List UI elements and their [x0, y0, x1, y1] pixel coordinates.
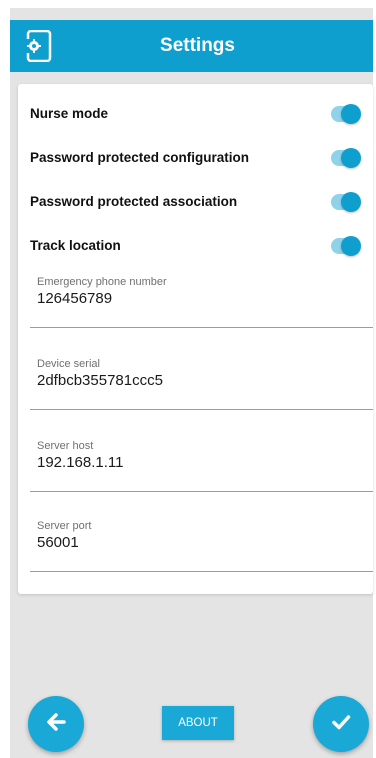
nurse-mode-switch[interactable]	[331, 104, 361, 124]
emergency-phone-field[interactable]: Emergency phone number 126456789	[30, 276, 373, 328]
about-button[interactable]: ABOUT	[162, 706, 234, 740]
confirm-button[interactable]	[313, 696, 369, 752]
field-underline	[30, 571, 373, 572]
field-underline	[30, 491, 373, 492]
password-association-switch[interactable]	[331, 192, 361, 212]
arrow-left-icon	[44, 710, 68, 739]
field-label: Server port	[37, 520, 92, 532]
field-value[interactable]: 192.168.1.11	[37, 454, 123, 471]
field-value[interactable]: 126456789	[37, 290, 112, 307]
field-label: Server host	[37, 440, 94, 452]
toggle-label: Password protected association	[30, 194, 238, 209]
password-configuration-switch[interactable]	[331, 148, 361, 168]
toggle-row-password-configuration[interactable]: Password protected configuration	[30, 146, 363, 170]
switch-thumb	[341, 148, 361, 168]
field-underline	[30, 327, 373, 328]
field-value[interactable]: 2dfbcb355781ccc5	[37, 372, 163, 389]
switch-thumb	[341, 192, 361, 212]
track-location-switch[interactable]	[331, 236, 361, 256]
check-icon	[329, 710, 353, 739]
field-label: Emergency phone number	[37, 276, 167, 288]
server-port-field[interactable]: Server port 56001	[30, 520, 373, 572]
settings-card: Nurse mode Password protected configurat…	[18, 84, 373, 594]
switch-thumb	[341, 104, 361, 124]
toggle-row-nurse-mode[interactable]: Nurse mode	[30, 102, 363, 126]
settings-screen: Settings Nurse mode Password protected c…	[10, 8, 373, 758]
device-serial-field[interactable]: Device serial 2dfbcb355781ccc5	[30, 358, 373, 410]
back-button[interactable]	[28, 696, 84, 752]
toggle-row-password-association[interactable]: Password protected association	[30, 190, 363, 214]
page-title: Settings	[160, 35, 235, 56]
toggle-label: Track location	[30, 238, 121, 253]
app-header: Settings	[10, 20, 373, 72]
toggle-label: Nurse mode	[30, 106, 109, 121]
field-value[interactable]: 56001	[37, 534, 79, 551]
field-label: Device serial	[37, 358, 100, 370]
field-underline	[30, 409, 373, 410]
switch-thumb	[341, 236, 361, 256]
toggle-row-track-location[interactable]: Track location	[30, 234, 363, 258]
server-host-field[interactable]: Server host 192.168.1.11	[30, 440, 373, 492]
toggle-label: Password protected configuration	[30, 150, 250, 165]
